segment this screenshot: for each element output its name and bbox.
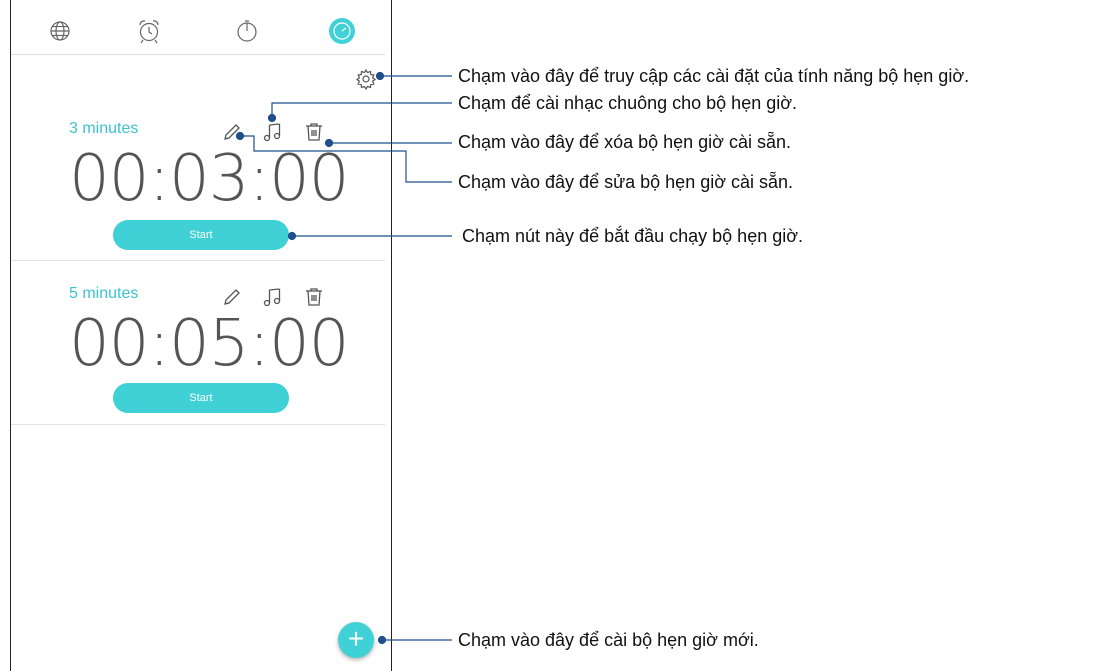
- callout-line-ringtone: [271, 102, 452, 118]
- callout-dot-edit: [235, 131, 245, 141]
- annotation-start: Chạm nút này để bắt đầu chạy bộ hẹn giờ.: [462, 226, 804, 246]
- annotation-edit: Chạm vào đây để sửa bộ hẹn giờ cài sẵn.: [458, 172, 794, 192]
- callout-dot-ringtone: [267, 113, 277, 123]
- callout-dot-start: [287, 231, 297, 241]
- callout-dot-settings: [375, 71, 385, 81]
- annotation-settings: Chạm vào đây để truy cập các cài đặt của…: [458, 66, 970, 86]
- callout-dot-add: [377, 635, 387, 645]
- callout-dot-delete: [324, 138, 334, 148]
- annotation-ringtone: Chạm để cài nhạc chuông cho bộ hẹn giờ.: [458, 93, 798, 113]
- annotation-delete: Chạm vào đây để xóa bộ hẹn giờ cài sẵn.: [458, 132, 792, 152]
- annotation-add: Chạm vào đây để cài bộ hẹn giờ mới.: [458, 630, 759, 650]
